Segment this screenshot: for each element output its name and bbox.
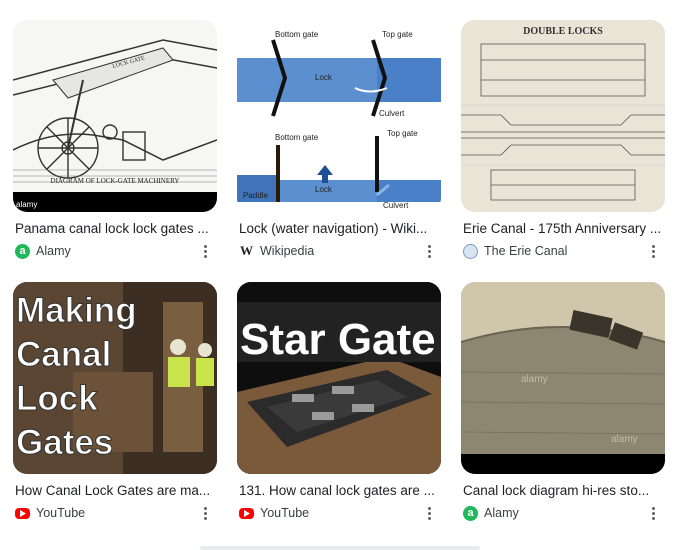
canal-lock-photo: alamy alamy [461, 282, 665, 474]
result-source[interactable]: a Alamy [15, 243, 200, 259]
result-title[interactable]: Lock (water navigation) - Wiki... [239, 221, 439, 237]
plan-title: DOUBLE LOCKS [523, 26, 603, 37]
source-label: Alamy [36, 244, 71, 258]
thumb-overlay-text: Gates [16, 423, 113, 462]
more-options-button[interactable] [645, 242, 661, 260]
erie-canal-icon [463, 243, 478, 259]
more-options-button[interactable] [421, 504, 437, 522]
diagram-label: Bottom gate [275, 133, 319, 142]
source-label: Wikipedia [260, 244, 315, 258]
video-thumbnail: Making Canal Lock Gates [13, 282, 217, 474]
more-options-button[interactable] [197, 504, 213, 522]
diagram-label: Lock [315, 185, 333, 194]
diagram-label: Bottom gate [275, 30, 319, 39]
result-title[interactable]: How Canal Lock Gates are ma... [15, 483, 215, 499]
result-title[interactable]: Erie Canal - 175th Anniversary ... [463, 221, 663, 237]
result-source[interactable]: a Alamy [463, 505, 648, 521]
result-source[interactable]: The Erie Canal [463, 243, 648, 259]
video-thumbnail: Star Gate [237, 282, 441, 474]
thumb-overlay-text: Star Gate [240, 315, 436, 364]
watermark: alamy [521, 374, 548, 385]
result-thumbnail[interactable]: alamy alamy [461, 282, 665, 474]
youtube-icon [239, 507, 254, 519]
alamy-icon: a [463, 505, 478, 521]
thumb-caption: DIAGRAM OF LOCK-GATE MACHINERY [51, 177, 180, 185]
scroll-divider [200, 546, 480, 550]
diagram-label: Lock [315, 73, 333, 82]
diagram-label: Top gate [382, 30, 413, 39]
alamy-icon: a [15, 243, 30, 259]
source-label: The Erie Canal [484, 244, 568, 258]
diagram-label: Culvert [379, 109, 405, 118]
result-source[interactable]: YouTube [15, 505, 200, 521]
watermark: alamy [16, 200, 37, 209]
more-options-button[interactable] [421, 242, 437, 260]
source-label: Alamy [484, 506, 519, 520]
more-options-button[interactable] [197, 242, 213, 260]
diagram-label: Culvert [383, 201, 409, 210]
wikipedia-icon: W [240, 243, 253, 258]
source-label: YouTube [260, 506, 310, 520]
result-title[interactable]: Panama canal lock lock gates ... [15, 221, 215, 237]
result-title[interactable]: 131. How canal lock gates are ... [239, 483, 439, 499]
more-options-button[interactable] [645, 504, 661, 522]
source-label: YouTube [36, 506, 86, 520]
thumb-overlay-text: Canal [16, 335, 111, 374]
result-title[interactable]: Canal lock diagram hi-res sto... [463, 483, 663, 499]
diagram-label: Top gate [387, 129, 418, 138]
lock-gate-machinery-drawing: LOCK GATE DIAGRAM OF LOCK-GATE MACHINERY… [13, 20, 217, 212]
double-locks-plan: DOUBLE LOCKS [461, 20, 665, 212]
result-thumbnail[interactable]: Star Gate [237, 282, 441, 474]
diagram-label: Paddle [243, 191, 268, 200]
result-thumbnail[interactable]: Bottom gate Top gate Lock Culvert Bottom… [237, 20, 441, 212]
result-thumbnail[interactable]: Making Canal Lock Gates [13, 282, 217, 474]
watermark: alamy [611, 434, 638, 445]
thumb-overlay-text: Lock [16, 379, 98, 418]
lock-diagram: Bottom gate Top gate Lock Culvert Bottom… [237, 20, 441, 212]
result-source[interactable]: W Wikipedia [239, 243, 424, 259]
result-source[interactable]: YouTube [239, 505, 424, 521]
youtube-icon [15, 507, 30, 519]
result-thumbnail[interactable]: DOUBLE LOCKS [461, 20, 665, 212]
result-thumbnail[interactable]: LOCK GATE DIAGRAM OF LOCK-GATE MACHINERY… [13, 20, 217, 212]
thumb-overlay-text: Making [16, 291, 137, 330]
